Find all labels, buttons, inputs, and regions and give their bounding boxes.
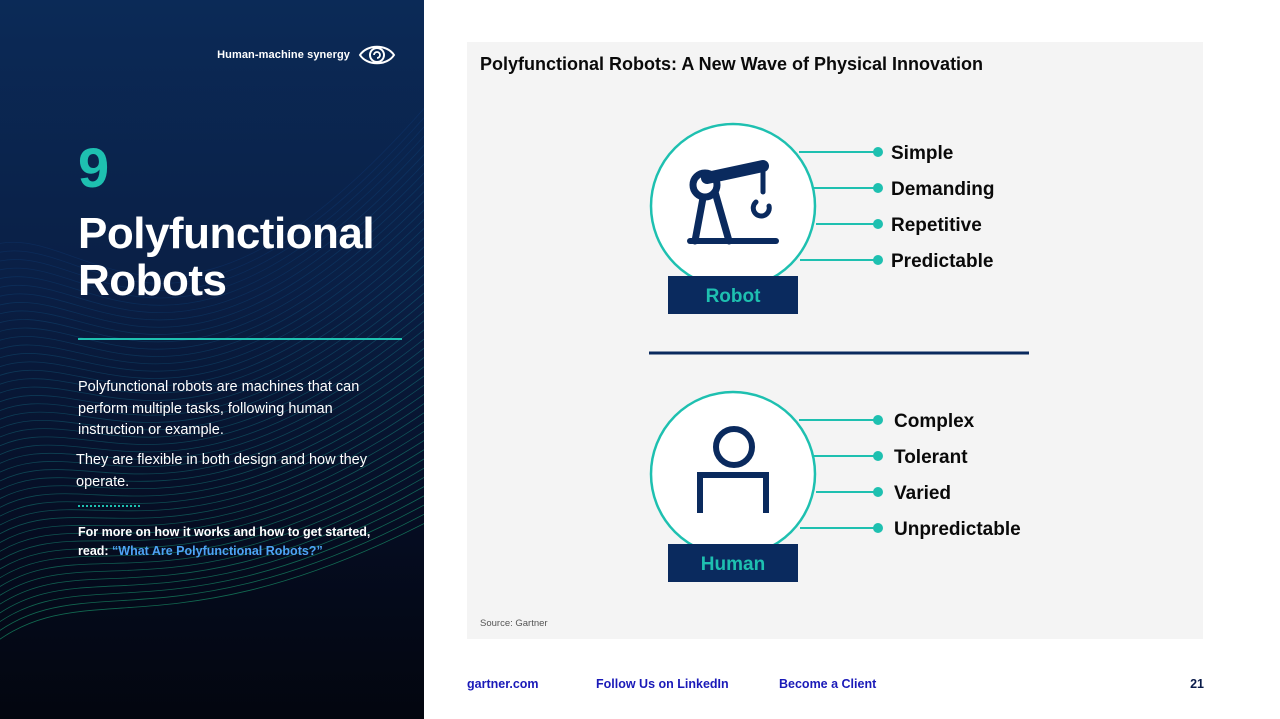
read-more-link[interactable]: “What Are Polyfunctional Robots?”: [112, 544, 323, 558]
robot-bullet-2: [873, 183, 883, 193]
robot-bullet-4: [873, 255, 883, 265]
human-bullet-4: [873, 523, 883, 533]
human-trait-3: Varied: [894, 483, 951, 504]
figure-source: Source: Gartner: [480, 618, 548, 629]
section-number: 9: [78, 136, 110, 199]
robot-bullet-3: [873, 219, 883, 229]
robot-bullet-1: [873, 147, 883, 157]
human-bullet-1: [873, 415, 883, 425]
page-number: 21: [1190, 677, 1204, 691]
robot-trait-1: Simple: [891, 143, 953, 164]
robot-label: Robot: [706, 286, 762, 307]
human-trait-4: Unpredictable: [894, 519, 1021, 540]
robot-trait-3: Repetitive: [891, 215, 982, 236]
human-label: Human: [701, 554, 765, 575]
eye-icon: [358, 45, 396, 65]
section-tag-label: Human-machine synergy: [217, 49, 350, 61]
robot-trait-2: Demanding: [891, 179, 994, 200]
section-title: Polyfunctional Robots: [78, 209, 375, 305]
dotted-divider: [78, 505, 140, 507]
footer-link-linkedin[interactable]: Follow Us on LinkedIn: [596, 677, 729, 691]
human-trait-2: Tolerant: [894, 447, 968, 468]
human-group: Human Complex Tolerant Varied Unpredicta…: [649, 390, 1021, 582]
robot-circle: [649, 122, 817, 290]
robot-group: Robot Simple Demanding Repetitive Predic…: [649, 122, 994, 314]
read-more-text: For more on how it works and how to get …: [78, 523, 398, 561]
description-paragraph-1: Polyfunctional robots are machines that …: [78, 379, 360, 438]
title-divider: [78, 338, 402, 340]
decorative-wave-lines: [0, 107, 424, 640]
footer-link-gartner[interactable]: gartner.com: [467, 677, 539, 691]
robot-trait-4: Predictable: [891, 251, 993, 272]
figure-graphic: Robot Simple Demanding Repetitive Predic…: [649, 122, 1029, 582]
infographic-figure: Polyfunctional Robots: A New Wave of Phy…: [467, 42, 1203, 639]
left-panel: Human-machine synergy 9 Polyfunctional R…: [0, 0, 424, 719]
human-trait-1: Complex: [894, 411, 975, 432]
description-paragraph-2: They are flexible in both design and how…: [76, 452, 367, 490]
human-bullet-3: [873, 487, 883, 497]
footer-link-become-client[interactable]: Become a Client: [779, 677, 876, 691]
section-tag: Human-machine synergy: [217, 42, 396, 68]
human-bullet-2: [873, 451, 883, 461]
